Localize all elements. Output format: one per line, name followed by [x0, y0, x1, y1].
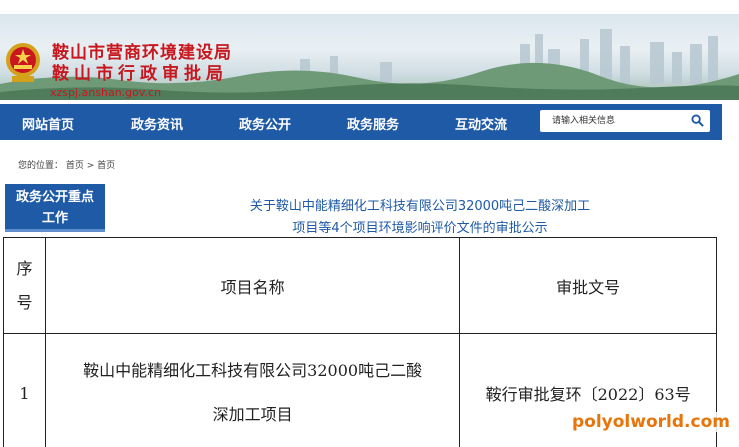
- national-emblem-icon: [6, 43, 40, 82]
- watermark-text: polyolworld.com: [568, 412, 734, 432]
- cell-project-name-line-1: 鞍山中能精细化工科技有限公司32000吨己二酸: [83, 361, 423, 380]
- search-box: [540, 110, 710, 132]
- org-name-secondary: 鞍山市行政审批局: [52, 64, 228, 84]
- search-input[interactable]: [552, 111, 698, 131]
- header-no-line-1: 序: [16, 258, 33, 278]
- badge-line-1: 政务公开重点: [15, 190, 94, 205]
- badge-line-2: 工作: [41, 211, 68, 226]
- search-icon[interactable]: [691, 114, 704, 127]
- article-title: 关于鞍山中能精细化工科技有限公司32000吨己二酸深加工 项目等4个项目环境影响…: [200, 196, 640, 240]
- nav-disclosure[interactable]: 政务公开: [239, 114, 291, 133]
- header-project-name: 项目名称: [44, 237, 461, 334]
- header-no-line-2: 号: [16, 292, 33, 312]
- breadcrumb: 您的位置： 首页 > 首页: [18, 161, 116, 171]
- nav-interaction[interactable]: 互动交流: [455, 114, 507, 133]
- site-banner: 鞍山市营商环境建设局 鞍山市行政审批局 xzspj.anshan.gov.cn: [0, 14, 739, 100]
- header-no: 序 号: [3, 237, 46, 334]
- nav-home[interactable]: 网站首页: [22, 114, 74, 133]
- site-url: xzspj.anshan.gov.cn: [50, 86, 162, 99]
- nav-news[interactable]: 政务资讯: [131, 114, 183, 133]
- cell-no: 1: [3, 333, 46, 447]
- article-title-line-1: 关于鞍山中能精细化工科技有限公司32000吨己二酸深加工: [249, 199, 591, 214]
- cell-project-name-line-2: 深加工项目: [212, 405, 293, 424]
- nav-services[interactable]: 政务服务: [347, 114, 399, 133]
- table-header-row: 序 号 项目名称 审批文号: [3, 237, 717, 334]
- sidebar-category-badge[interactable]: 政务公开重点 工作: [5, 184, 105, 232]
- header-approval-number: 审批文号: [459, 237, 717, 334]
- cell-project-name: 鞍山中能精细化工科技有限公司32000吨己二酸 深加工项目: [44, 333, 461, 447]
